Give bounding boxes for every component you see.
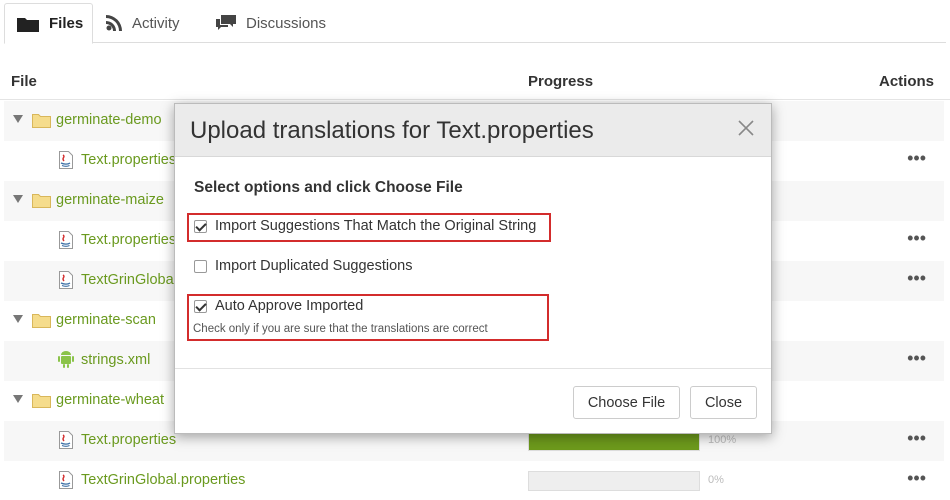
files-table-header: File Progress Actions bbox=[0, 62, 950, 100]
option-import-duplicated[interactable]: Import Duplicated Suggestions bbox=[194, 258, 412, 274]
rss-icon bbox=[106, 15, 122, 31]
caret-down-icon[interactable] bbox=[13, 394, 23, 404]
progress-bar bbox=[528, 431, 700, 451]
progress-fill bbox=[529, 432, 699, 450]
column-file: File bbox=[11, 73, 37, 90]
folder-icon bbox=[32, 314, 51, 328]
import-duplicated-checkbox[interactable] bbox=[194, 259, 207, 273]
caret-down-icon[interactable] bbox=[13, 314, 23, 324]
java-file-icon bbox=[59, 271, 73, 289]
actions-menu-button[interactable]: ••• bbox=[907, 469, 926, 487]
tab-files-label: Files bbox=[49, 15, 84, 32]
java-file-icon bbox=[59, 471, 73, 489]
close-icon[interactable] bbox=[737, 119, 755, 137]
file-name[interactable]: TextGrinGlobal.properties bbox=[81, 472, 245, 488]
auto-approve-label: Auto Approve Imported bbox=[215, 298, 364, 314]
caret-down-icon[interactable] bbox=[13, 114, 23, 124]
option-auto-approve[interactable]: Auto Approve Imported bbox=[194, 298, 363, 314]
auto-approve-checkbox[interactable] bbox=[194, 299, 207, 313]
tab-discussions-label: Discussions bbox=[246, 14, 327, 32]
folder-icon bbox=[32, 394, 51, 408]
choose-file-button[interactable]: Choose File bbox=[573, 386, 680, 419]
progress-bar bbox=[528, 471, 700, 491]
actions-menu-button[interactable]: ••• bbox=[907, 229, 926, 247]
file-row[interactable]: TextGrinGlobal.properties 0% ••• bbox=[4, 461, 944, 500]
tab-activity[interactable]: Activity bbox=[106, 3, 180, 43]
option-import-matching[interactable]: Import Suggestions That Match the Origin… bbox=[194, 218, 536, 234]
import-matching-checkbox[interactable] bbox=[194, 219, 207, 233]
actions-menu-button[interactable]: ••• bbox=[907, 149, 926, 167]
tab-discussions[interactable]: Discussions bbox=[216, 3, 326, 43]
tab-bar: Files Activity Discussions bbox=[4, 0, 946, 44]
tab-files[interactable]: Files bbox=[4, 3, 93, 44]
folder-name[interactable]: germinate-scan bbox=[56, 312, 156, 328]
progress-label: 0% bbox=[708, 474, 724, 486]
comments-icon bbox=[216, 15, 236, 30]
dialog-footer: Choose File Close bbox=[175, 369, 771, 434]
folder-name[interactable]: germinate-maize bbox=[56, 192, 164, 208]
progress-label: 100% bbox=[708, 434, 737, 446]
dialog-header: Upload translations for Text.properties bbox=[175, 104, 771, 157]
dialog-title: Upload translations for Text.properties bbox=[190, 117, 594, 144]
folder-name[interactable]: germinate-wheat bbox=[56, 392, 164, 408]
actions-menu-button[interactable]: ••• bbox=[907, 429, 926, 447]
file-name[interactable]: Text.properties bbox=[81, 152, 176, 168]
folder-name[interactable]: germinate-demo bbox=[56, 112, 162, 128]
android-file-icon bbox=[58, 351, 74, 368]
import-matching-label: Import Suggestions That Match the Origin… bbox=[215, 218, 537, 234]
file-name[interactable]: strings.xml bbox=[81, 352, 150, 368]
folder-icon bbox=[32, 194, 51, 208]
close-button[interactable]: Close bbox=[690, 386, 757, 419]
tab-activity-label: Activity bbox=[132, 14, 180, 32]
file-name[interactable]: Text.properties bbox=[81, 432, 176, 448]
column-actions: Actions bbox=[878, 73, 934, 90]
folder-icon bbox=[17, 17, 39, 32]
java-file-icon bbox=[59, 431, 73, 449]
java-file-icon bbox=[59, 151, 73, 169]
import-duplicated-label: Import Duplicated Suggestions bbox=[215, 258, 413, 274]
folder-icon bbox=[32, 114, 51, 128]
caret-down-icon[interactable] bbox=[13, 194, 23, 204]
dialog-subtitle: Select options and click Choose File bbox=[194, 179, 463, 196]
actions-menu-button[interactable]: ••• bbox=[907, 349, 926, 367]
java-file-icon bbox=[59, 231, 73, 249]
column-progress: Progress bbox=[528, 73, 594, 90]
file-name[interactable]: Text.properties bbox=[81, 232, 176, 248]
actions-menu-button[interactable]: ••• bbox=[907, 269, 926, 287]
